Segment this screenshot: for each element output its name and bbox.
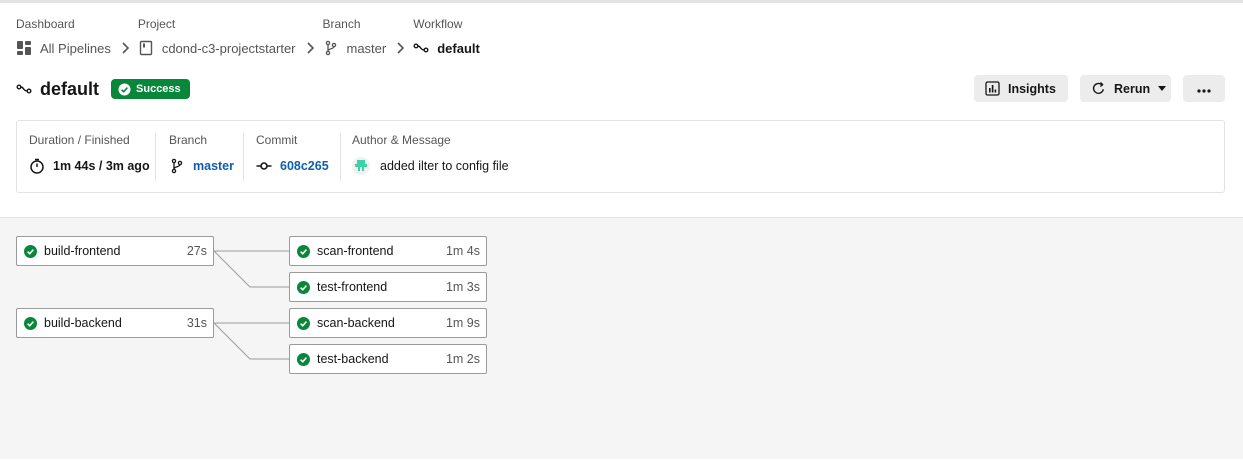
job-name: build-backend [44, 316, 122, 330]
workflow-label: default [437, 40, 480, 56]
branch-link-summary[interactable]: master [169, 157, 234, 175]
all-pipelines-label: All Pipelines [40, 40, 111, 56]
job-duration: 27s [186, 244, 207, 258]
breadcrumb-branch: Branch master [323, 17, 387, 56]
more-dots-icon [1197, 82, 1211, 96]
breadcrumb-workflow: Workflow default [413, 17, 480, 56]
duration-label: Duration / Finished [29, 133, 130, 147]
workflow-current: default [413, 40, 480, 56]
commit-icon [256, 158, 272, 174]
insights-chart-icon [985, 81, 1000, 96]
workflow-icon [413, 40, 429, 56]
branch-label: master [346, 40, 387, 56]
job-build-backend[interactable]: build-backend 31s [16, 308, 214, 338]
workflow-header: default Success [16, 77, 190, 101]
job-test-frontend[interactable]: test-frontend 1m 3s [289, 272, 487, 302]
job-test-backend[interactable]: test-backend 1m 2s [289, 344, 487, 374]
branch-icon [323, 40, 339, 56]
breadcrumb-project: Project cdond-c3-projectstarter [138, 17, 296, 56]
breadcrumb-dashboard-header: Dashboard [16, 17, 75, 31]
more-actions-button[interactable] [1183, 75, 1225, 102]
chevron-right-icon [392, 40, 408, 56]
chevron-right-icon [302, 40, 318, 56]
commit-link[interactable]: 608c265 [256, 157, 329, 175]
job-name: scan-frontend [317, 244, 394, 258]
job-duration: 31s [186, 316, 207, 330]
caret-down-icon [1158, 86, 1167, 91]
author-cell: Author & Message added ilter to config f… [352, 133, 509, 183]
commit-label: Commit [256, 133, 298, 147]
workflow-icon [16, 81, 32, 97]
job-name: test-frontend [317, 280, 388, 294]
success-check-icon [297, 280, 310, 294]
commit-message: added ilter to config file [380, 159, 509, 173]
branch-link[interactable]: master [323, 40, 387, 56]
project-label: cdond-c3-projectstarter [161, 40, 296, 56]
breadcrumb-dashboard: Dashboard All Pipelines [16, 17, 111, 56]
job-name: test-backend [317, 352, 389, 366]
branch-cell: Branch master [169, 133, 234, 183]
rerun-label: Rerun [1114, 81, 1151, 96]
pipelines-grid-icon [16, 40, 32, 56]
job-scan-backend[interactable]: scan-backend 1m 9s [289, 308, 487, 338]
duration-value-row: 1m 44s / 3m ago [29, 157, 150, 175]
job-build-frontend[interactable]: build-frontend 27s [16, 236, 214, 266]
page-title: default [40, 78, 100, 99]
branch-icon [169, 158, 185, 174]
success-check-icon [24, 244, 37, 258]
job-duration: 1m 2s [445, 352, 480, 366]
duration-value: 1m 44s / 3m ago [53, 159, 150, 173]
job-duration: 1m 4s [445, 244, 480, 258]
job-name: build-frontend [44, 244, 121, 258]
all-pipelines-link[interactable]: All Pipelines [16, 40, 111, 56]
pipeline-graph: build-frontend 27s scan-frontend 1m 4s t… [0, 217, 1243, 459]
breadcrumb: Dashboard All Pipelines Project cdond-c3… [16, 17, 480, 56]
success-check-icon [297, 352, 310, 366]
insights-label: Insights [1008, 81, 1056, 96]
job-duration: 1m 9s [445, 316, 480, 330]
stopwatch-icon [29, 158, 45, 174]
divider [243, 133, 244, 181]
chevron-right-icon [117, 40, 133, 56]
status-badge: Success [111, 79, 190, 99]
job-scan-frontend[interactable]: scan-frontend 1m 4s [289, 236, 487, 266]
success-check-icon [297, 244, 310, 258]
breadcrumb-branch-header: Branch [322, 17, 361, 31]
breadcrumb-project-header: Project [137, 17, 176, 31]
project-book-icon [138, 40, 154, 56]
project-link[interactable]: cdond-c3-projectstarter [138, 40, 296, 56]
top-border [0, 0, 1243, 3]
status-label: Success [136, 83, 181, 95]
success-check-icon [24, 316, 37, 330]
insights-button[interactable]: Insights [974, 75, 1068, 102]
commit-value: 608c265 [280, 159, 329, 173]
author-message-row: added ilter to config file [352, 157, 509, 175]
breadcrumb-workflow-header: Workflow [413, 17, 463, 31]
check-circle-icon [118, 83, 131, 96]
branch-value: master [193, 159, 234, 173]
job-duration: 1m 3s [445, 280, 480, 294]
divider [340, 133, 341, 181]
rerun-refresh-icon [1091, 81, 1106, 96]
avatar [352, 157, 370, 175]
success-check-icon [297, 316, 310, 330]
branch-label-header: Branch [169, 133, 208, 147]
job-name: scan-backend [317, 316, 395, 330]
duration-cell: Duration / Finished 1m 44s / 3m ago [29, 133, 150, 183]
divider [155, 133, 156, 181]
workflow-summary-card: Duration / Finished 1m 44s / 3m ago Bran… [16, 120, 1225, 193]
commit-cell: Commit 608c265 [256, 133, 329, 183]
rerun-button[interactable]: Rerun [1080, 75, 1171, 102]
author-label: Author & Message [352, 133, 451, 147]
